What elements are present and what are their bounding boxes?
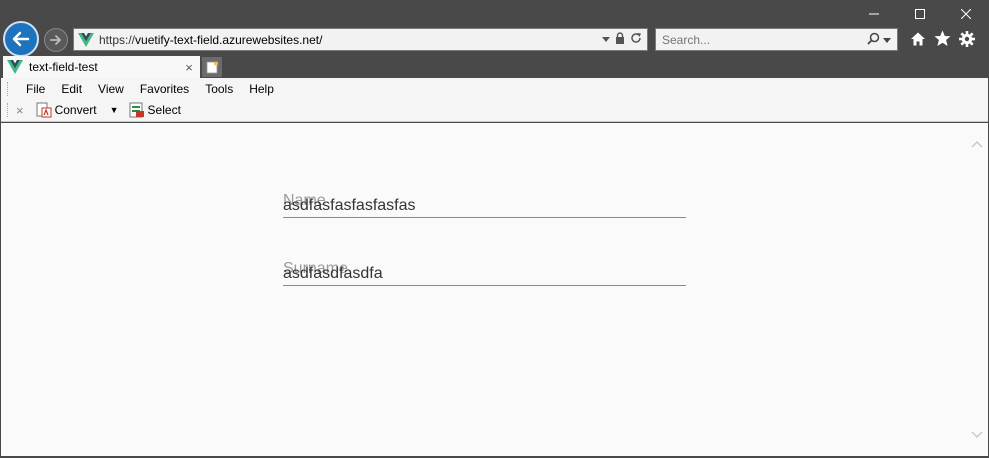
vue-logo-icon (78, 32, 94, 47)
select-label: Select (147, 103, 181, 117)
select-icon (129, 102, 144, 118)
search-icon[interactable] (867, 32, 880, 48)
search-box[interactable] (655, 28, 898, 51)
close-toolbar-button[interactable]: × (16, 103, 24, 118)
maximize-button[interactable] (897, 0, 943, 28)
search-input[interactable] (662, 32, 867, 47)
window-controls (851, 0, 989, 28)
menu-favorites[interactable]: Favorites (132, 82, 197, 96)
new-tab-button[interactable] (202, 57, 222, 77)
convert-dropdown-icon[interactable]: ▼ (110, 105, 119, 115)
command-grip[interactable] (7, 103, 10, 117)
arrow-right-icon (50, 35, 61, 45)
surname-input[interactable] (283, 265, 686, 283)
command-bar: × Convert ▼ Select (1, 99, 988, 122)
vue-logo-icon (7, 60, 23, 74)
arrow-left-icon (12, 31, 30, 47)
browser-window: https://vuetify-text-field.azurewebsites… (0, 0, 989, 458)
pdf-convert-icon (36, 102, 52, 118)
convert-button[interactable]: Convert ▼ (36, 102, 119, 118)
menu-grip[interactable] (7, 81, 10, 96)
star-icon[interactable] (934, 30, 951, 47)
scroll-up-icon[interactable] (971, 137, 983, 151)
address-bar[interactable]: https://vuetify-text-field.azurewebsites… (73, 28, 648, 51)
forward-button[interactable] (44, 28, 68, 52)
close-icon (961, 9, 971, 19)
name-input[interactable] (283, 197, 686, 215)
menu-file[interactable]: File (18, 82, 53, 96)
url-text[interactable]: https://vuetify-text-field.azurewebsites… (99, 33, 602, 47)
new-tab-icon (206, 61, 218, 73)
tab-close-button[interactable]: × (181, 60, 197, 75)
convert-label: Convert (54, 103, 97, 117)
select-button[interactable]: Select (129, 102, 181, 118)
menu-view[interactable]: View (90, 82, 132, 96)
tab-title: text-field-test (29, 60, 98, 74)
menu-help[interactable]: Help (241, 82, 282, 96)
minimize-icon (869, 13, 879, 15)
tab-text-field-test[interactable]: text-field-test × (3, 56, 200, 78)
menu-tools[interactable]: Tools (197, 82, 241, 96)
menu-bar: File Edit View Favorites Tools Help (1, 78, 988, 99)
close-window-button[interactable] (943, 0, 989, 28)
back-button[interactable] (3, 21, 39, 57)
refresh-icon[interactable] (630, 32, 642, 47)
home-icon[interactable] (910, 31, 926, 47)
search-dropdown-icon[interactable] (883, 33, 891, 47)
address-bar-icons (602, 32, 647, 47)
minimize-button[interactable] (851, 0, 897, 28)
name-text-field[interactable]: Name (283, 192, 686, 218)
menu-edit[interactable]: Edit (53, 82, 90, 96)
surname-text-field[interactable]: Surname (283, 260, 686, 286)
scroll-down-icon[interactable] (971, 428, 983, 442)
gear-icon[interactable] (959, 30, 975, 47)
browser-tools (910, 30, 975, 47)
page-content: Name Surname (1, 123, 988, 456)
dropdown-arrow-icon[interactable] (602, 34, 610, 46)
maximize-icon (915, 9, 925, 19)
lock-icon[interactable] (615, 32, 625, 47)
